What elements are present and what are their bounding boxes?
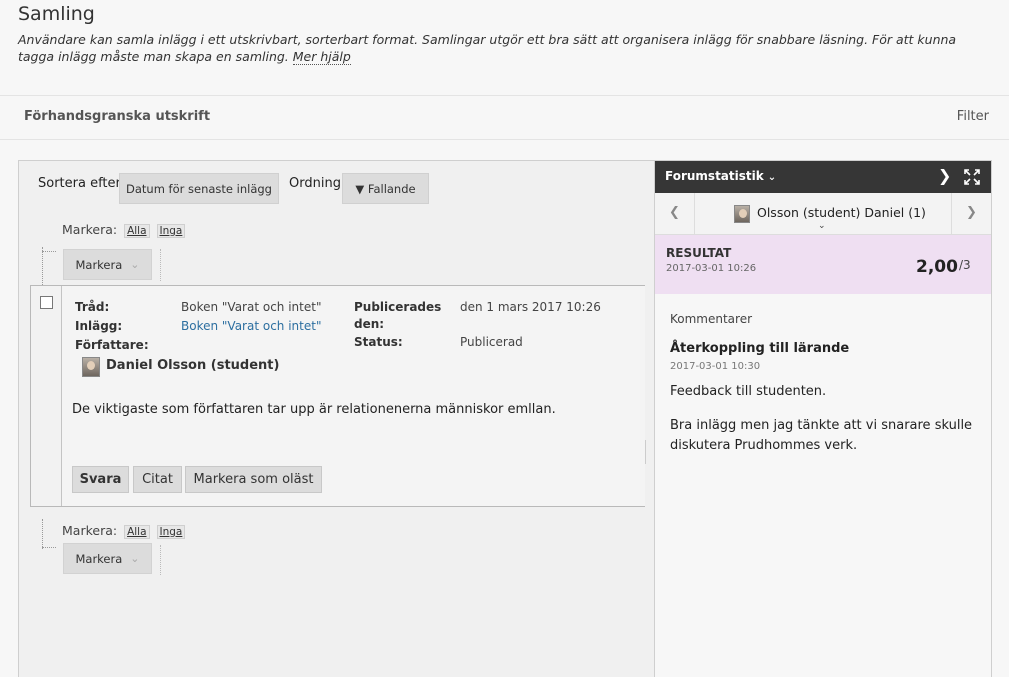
result-title: RESULTAT bbox=[666, 246, 732, 260]
select-label: Markera: bbox=[62, 523, 118, 538]
user-navigator: ❮ Olsson (student) Daniel (1) ⌄ ❯ bbox=[655, 193, 991, 235]
panel-header: Forumstatistik ⌄ ❯ bbox=[655, 161, 991, 193]
page-description: Användare kan samla inlägg i ett utskriv… bbox=[18, 31, 993, 65]
chevron-down-icon: ⌄ bbox=[130, 258, 140, 271]
previous-user-button[interactable]: ❮ bbox=[655, 193, 695, 234]
next-user-button[interactable]: ❯ bbox=[951, 193, 991, 234]
description-text: Användare kan samla inlägg i ett utskriv… bbox=[18, 32, 957, 64]
author-avatar bbox=[82, 357, 100, 377]
order-label: Ordning bbox=[289, 176, 341, 191]
select-row-top: Markera: Alla Inga bbox=[62, 222, 186, 238]
user-selector[interactable]: Olsson (student) Daniel (1) bbox=[757, 205, 926, 220]
tree-line bbox=[42, 251, 56, 252]
tree-line bbox=[160, 249, 161, 281]
tree-line bbox=[160, 545, 161, 575]
user-avatar bbox=[734, 205, 750, 223]
post-card: Tråd: Boken "Varat och intet" Inlägg: Bo… bbox=[30, 285, 645, 507]
feedback-text: Feedback till studenten. bbox=[670, 384, 827, 399]
result-box: RESULTAT 2017-03-01 10:26 2,00 /3 bbox=[655, 235, 991, 294]
sort-by-button[interactable]: Datum för senaste inlägg bbox=[119, 173, 279, 204]
feedback-title: Återkoppling till lärande bbox=[670, 341, 850, 356]
quote-button[interactable]: Citat bbox=[133, 466, 182, 493]
expand-icon[interactable] bbox=[963, 168, 981, 186]
print-preview-bar: Förhandsgranska utskrift Filter bbox=[0, 97, 1009, 140]
help-link[interactable]: Mer hjälp bbox=[292, 49, 351, 65]
post-body: De viktigaste som författaren tar upp är… bbox=[72, 402, 556, 417]
comments-label: Kommentarer bbox=[670, 312, 753, 326]
tree-line bbox=[42, 247, 43, 285]
published-label: Publicerades bbox=[354, 300, 442, 314]
status-label: Status: bbox=[354, 335, 403, 349]
post-checkbox[interactable] bbox=[40, 296, 53, 309]
result-score: 2,00 bbox=[916, 257, 958, 277]
mark-button-bottom[interactable]: Markera ⌄ bbox=[63, 543, 152, 574]
post-label: Inlägg: bbox=[75, 319, 123, 333]
panel-title-dropdown[interactable]: Forumstatistik ⌄ bbox=[665, 169, 776, 183]
thread-label: Tråd: bbox=[75, 300, 110, 314]
result-max-score: /3 bbox=[959, 258, 971, 272]
published-label-cont: den: bbox=[354, 317, 385, 331]
select-row-bottom: Markera: Alla Inga bbox=[62, 523, 186, 539]
feedback-text: Bra inlägg men jag tänkte att vi snarare… bbox=[670, 418, 973, 453]
sort-label: Sortera efter bbox=[38, 176, 121, 191]
forum-statistics-panel: Forumstatistik ⌄ ❯ ❮ Olsson (student) Dan… bbox=[654, 160, 992, 677]
mark-button-label: Markera bbox=[75, 551, 123, 566]
author-label: Författare: bbox=[75, 338, 149, 352]
order-button[interactable]: ▼ Fallande bbox=[342, 173, 429, 204]
chevron-down-icon[interactable]: ⌄ bbox=[818, 221, 826, 231]
select-all-link[interactable]: Alla bbox=[124, 525, 150, 539]
result-date: 2017-03-01 10:26 bbox=[666, 263, 757, 274]
author-name: Daniel Olsson (student) bbox=[106, 358, 280, 373]
mark-button-label: Markera bbox=[75, 257, 123, 272]
select-all-link[interactable]: Alla bbox=[124, 224, 150, 238]
select-none-link[interactable]: Inga bbox=[156, 525, 186, 539]
panel-title: Forumstatistik bbox=[665, 169, 764, 183]
published-value: den 1 mars 2017 10:26 bbox=[460, 300, 601, 314]
collection-content: Sortera efter Datum för senaste inlägg O… bbox=[18, 160, 655, 677]
page-header: Samling Användare kan samla inlägg i ett… bbox=[0, 0, 1009, 96]
mark-unread-button[interactable]: Markera som oläst bbox=[185, 466, 322, 493]
chevron-right-icon[interactable]: ❯ bbox=[938, 166, 951, 185]
select-none-link[interactable]: Inga bbox=[156, 224, 186, 238]
select-label: Markera: bbox=[62, 222, 118, 237]
page-title: Samling bbox=[18, 3, 95, 25]
thread-value: Boken "Varat och intet" bbox=[181, 300, 322, 314]
post-link[interactable]: Boken "Varat och intet" bbox=[181, 319, 321, 333]
print-preview-link[interactable]: Förhandsgranska utskrift bbox=[24, 109, 210, 124]
feedback-date: 2017-03-01 10:30 bbox=[670, 361, 761, 372]
chevron-down-icon: ⌄ bbox=[130, 552, 140, 565]
tree-line bbox=[42, 547, 56, 548]
panel-resize-handle[interactable] bbox=[645, 440, 646, 464]
filter-link[interactable]: Filter bbox=[957, 109, 989, 124]
post-content: Tråd: Boken "Varat och intet" Inlägg: Bo… bbox=[61, 286, 645, 506]
tree-line bbox=[42, 519, 43, 549]
chevron-down-icon: ⌄ bbox=[767, 172, 777, 183]
reply-button[interactable]: Svara bbox=[72, 466, 129, 493]
mark-button-top[interactable]: Markera ⌄ bbox=[63, 249, 152, 280]
status-value: Publicerad bbox=[460, 335, 523, 349]
